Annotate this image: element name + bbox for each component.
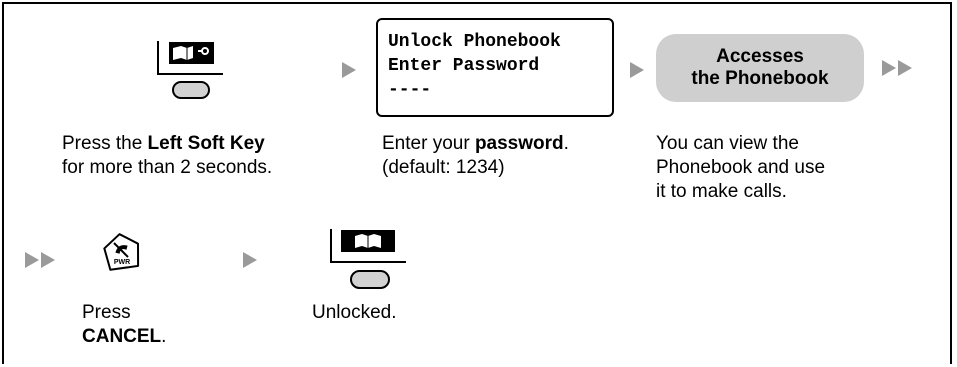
step2-bold: password	[474, 133, 564, 154]
step2-dot: .	[563, 133, 569, 154]
step3-line-3: it to make calls.	[656, 181, 787, 202]
step1-bold: Left Soft Key	[147, 133, 265, 154]
result-line-1: Accesses	[716, 46, 804, 67]
left-soft-key-icon[interactable]	[155, 40, 225, 100]
step3-line-1: You can view the	[656, 133, 799, 154]
cancel-pre: Press	[82, 302, 131, 323]
unlocked-text: Unlocked.	[312, 302, 397, 323]
result-line-2: the Phonebook	[691, 68, 829, 89]
step2-text: Enter your password. (default: 1234)	[382, 132, 632, 180]
step1-pre: Press the	[62, 133, 148, 154]
step1-text: Press the Left Soft Key for more than 2 …	[62, 132, 342, 180]
arrow-right-icon	[342, 62, 356, 83]
phonebook-soft-key-icon[interactable]	[328, 228, 408, 290]
cancel-dot: .	[161, 326, 167, 347]
step3-line-2: Phonebook and use	[656, 157, 826, 178]
cancel-text: Press CANCEL.	[82, 301, 242, 349]
step2-post: (default: 1234)	[382, 157, 505, 178]
pwr-label: PWR	[114, 259, 130, 266]
lcd-line-3: ----	[388, 80, 432, 100]
result-pill: Accesses the Phonebook	[656, 34, 864, 102]
double-arrow-icon	[25, 252, 57, 273]
step2-pre: Enter your	[382, 133, 475, 154]
arrow-right-icon	[243, 252, 257, 273]
lcd-line-1: Unlock Phonebook	[388, 32, 561, 52]
lcd-line-2: Enter Password	[388, 56, 540, 76]
lcd-display: Unlock Phonebook Enter Password ----	[376, 18, 614, 117]
pwr-cancel-key-icon[interactable]: PWR	[102, 232, 142, 272]
step1-post: for more than 2 seconds.	[62, 157, 273, 178]
double-arrow-icon	[882, 60, 914, 81]
cancel-bold: CANCEL	[82, 326, 162, 347]
step3-text: You can view the Phonebook and use it to…	[656, 132, 916, 204]
arrow-right-icon	[630, 62, 644, 83]
